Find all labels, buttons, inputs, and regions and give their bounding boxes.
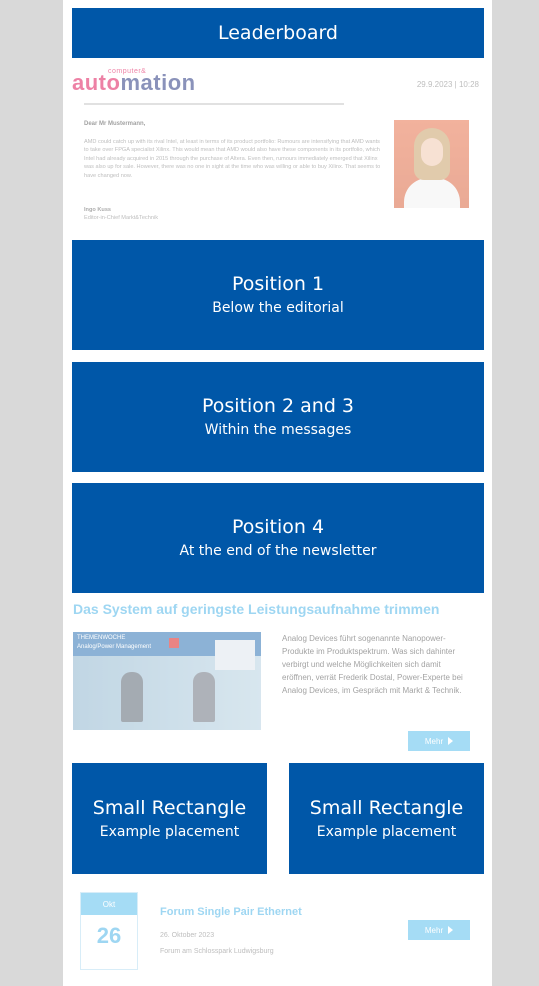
editor-portrait xyxy=(394,120,469,208)
position-1-placement[interactable]: Position 1 Below the editorial xyxy=(72,240,484,350)
event-place: Forum am Schlosspark Ludwigsburg xyxy=(160,948,274,955)
article-more-button[interactable]: Mehr xyxy=(408,731,470,751)
leaderboard-placement[interactable]: Leaderboard xyxy=(72,8,484,58)
issue-datetime: 29.9.2023 | 10:28 xyxy=(416,80,479,89)
event-more-button[interactable]: Mehr xyxy=(408,920,470,940)
logo-part-b: mation xyxy=(120,70,196,95)
position-1-title: Position 1 xyxy=(231,273,325,295)
small-rectangle-left-placement[interactable]: Small Rectangle Example placement xyxy=(72,763,267,874)
small-rectangle-left-title: Small Rectangle xyxy=(92,796,247,819)
position-2-3-placement[interactable]: Position 2 and 3 Within the messages xyxy=(72,362,484,472)
small-rectangle-right-title: Small Rectangle xyxy=(309,796,464,819)
calendar-day: 26 xyxy=(96,923,122,948)
leaderboard-label: Leaderboard xyxy=(217,22,338,44)
position-2-3-title: Position 2 and 3 xyxy=(201,395,355,417)
header-divider xyxy=(84,103,344,105)
automation-logo[interactable]: automation xyxy=(72,70,196,96)
small-rectangle-right-placement[interactable]: Small Rectangle Example placement xyxy=(289,763,484,874)
article-text: Analog Devices führt sogenannte Nanopowe… xyxy=(282,634,463,695)
position-1-subtitle: Below the editorial xyxy=(212,300,344,316)
play-arrow-icon xyxy=(448,926,454,934)
article-title[interactable]: Das System auf geringste Leistungsaufnah… xyxy=(73,601,439,617)
event-more-label: Mehr xyxy=(424,925,444,935)
article-image[interactable]: THEMENWOCHE Analog/Power Management xyxy=(73,632,261,730)
editorial-author: Ingo Kuss Editor-in-Chief Markt&Technik xyxy=(84,206,158,222)
editorial-text: AMD could catch up with its rival Intel,… xyxy=(84,139,381,179)
position-4-title: Position 4 xyxy=(231,516,325,538)
position-2-3-subtitle: Within the messages xyxy=(204,422,352,438)
small-rectangle-right-subtitle: Example placement xyxy=(316,823,457,840)
position-4-placement[interactable]: Position 4 At the end of the newsletter xyxy=(72,483,484,593)
play-arrow-icon xyxy=(448,737,454,745)
editorial-greeting: Dear Mr Mustermann, xyxy=(84,121,146,127)
event-date: 26. Oktober 2023 xyxy=(160,932,215,939)
calendar-month: Okt xyxy=(81,893,137,915)
author-name: Ingo Kuss xyxy=(84,207,112,213)
calendar-date-badge: Okt 26 xyxy=(80,892,138,970)
event-title[interactable]: Forum Single Pair Ethernet xyxy=(160,906,302,918)
article-image-band: THEMENWOCHE Analog/Power Management xyxy=(77,635,152,650)
position-4-subtitle: At the end of the newsletter xyxy=(179,543,377,559)
author-role: Editor-in-Chief Markt&Technik xyxy=(84,215,158,221)
article-more-label: Mehr xyxy=(424,736,444,746)
logo-part-a: auto xyxy=(72,70,121,95)
small-rectangle-left-subtitle: Example placement xyxy=(99,823,240,840)
